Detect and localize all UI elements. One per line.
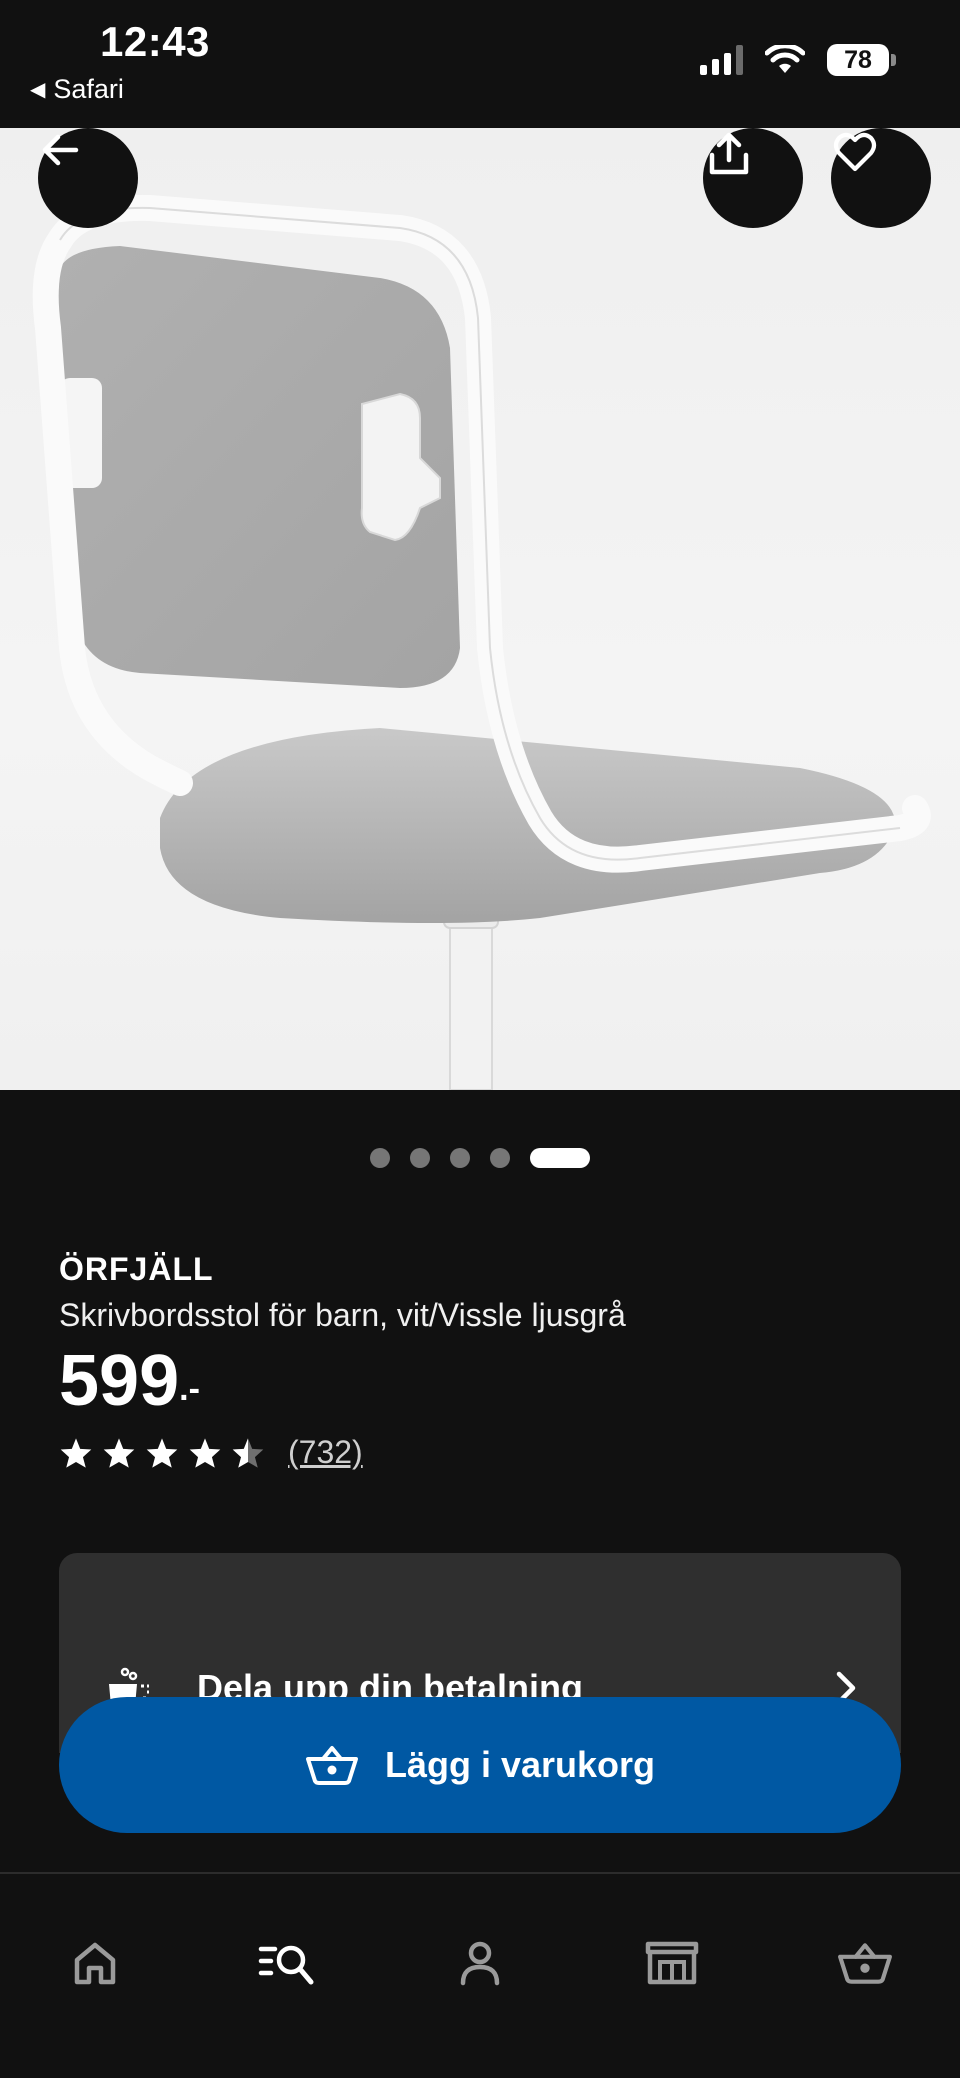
status-bar: 12:43 ◀ Safari 78 (0, 0, 960, 128)
bottom-navigation (0, 1872, 960, 2078)
favourite-button[interactable] (831, 128, 931, 228)
nav-home[interactable] (60, 1928, 130, 1998)
basket-icon (305, 1746, 358, 1785)
carousel-dot[interactable] (450, 1148, 470, 1168)
wifi-icon (765, 45, 805, 73)
star-icon (60, 1437, 92, 1468)
carousel-dot[interactable] (370, 1148, 390, 1168)
status-time: 12:43 (100, 18, 210, 65)
home-icon (74, 1942, 116, 1985)
product-name: ÖRFJÄLL (59, 1251, 214, 1287)
add-to-cart-label: Lägg i varukorg (384, 1744, 656, 1785)
price-value: 599 (59, 1341, 180, 1421)
profile-icon (460, 1941, 500, 1986)
nav-cart[interactable] (830, 1928, 900, 1998)
back-app-label: Safari (53, 74, 124, 104)
carousel-dot[interactable] (410, 1148, 430, 1168)
battery-level: 78 (827, 44, 889, 76)
signal-icon (700, 45, 743, 75)
chair-illustration (32, 194, 931, 1090)
product-description: Skrivbordsstol för barn, vit/Vissle ljus… (59, 1297, 626, 1333)
carousel-dot[interactable] (490, 1148, 510, 1168)
half-star-icon (232, 1437, 264, 1468)
back-button[interactable] (38, 128, 138, 228)
star-icon (189, 1437, 221, 1468)
review-count-link[interactable]: (732) (288, 1434, 363, 1471)
back-arrow-icon (42, 134, 79, 166)
back-to-safari[interactable]: ◀ Safari (30, 74, 124, 105)
star-icon (146, 1437, 178, 1468)
carousel-indicator (0, 1148, 960, 1168)
add-to-cart-button[interactable]: Lägg i varukorg (59, 1697, 901, 1833)
heart-icon (833, 132, 877, 172)
battery-icon: 78 (827, 44, 896, 76)
nav-store[interactable] (637, 1928, 707, 1998)
share-icon (709, 132, 749, 175)
product-rating[interactable]: (732) (59, 1434, 363, 1471)
search-list-icon (258, 1945, 314, 1985)
share-button[interactable] (703, 128, 803, 228)
nav-search[interactable] (252, 1928, 322, 1998)
carousel-dot-active[interactable] (530, 1148, 590, 1168)
price-suffix: .- (179, 1370, 200, 1408)
product-price: 599 .- (59, 1340, 200, 1422)
cart-icon (838, 1943, 892, 1984)
back-triangle-icon: ◀ (30, 79, 46, 101)
nav-profile[interactable] (445, 1928, 515, 1998)
product-image[interactable] (0, 128, 960, 1090)
status-indicators: 78 (700, 44, 896, 76)
star-icon (103, 1437, 135, 1468)
store-icon (645, 1941, 699, 1985)
